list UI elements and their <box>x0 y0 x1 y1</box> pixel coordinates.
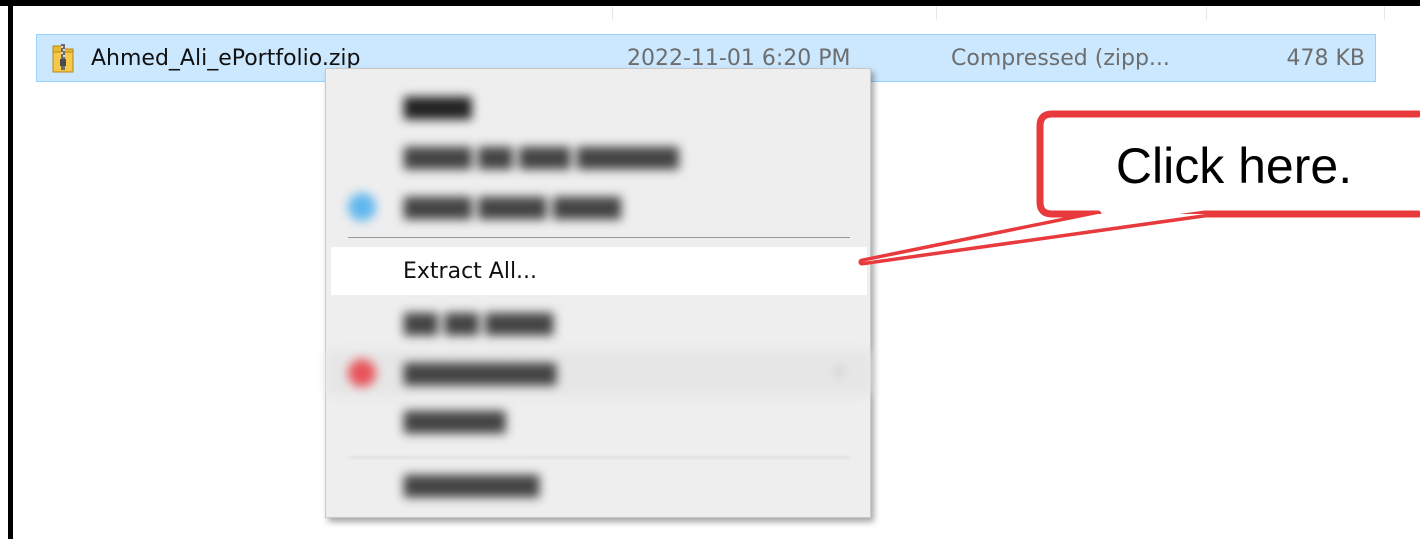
column-divider <box>1384 6 1385 20</box>
extract-all-label: Extract All... <box>403 259 538 284</box>
column-divider <box>612 6 613 20</box>
menu-separator <box>348 457 850 458</box>
context-menu-item-blurred[interactable]: ▇▇▇▇ ▇▇▇▇ ▇▇▇▇ <box>326 185 870 229</box>
screenshot-stage: Ahmed_Ali_ePortfolio.zip 2022-11-01 6:20… <box>0 0 1420 539</box>
file-size: 478 KB <box>1286 46 1365 71</box>
file-name: Ahmed_Ali_ePortfolio.zip <box>91 46 361 71</box>
context-menu: ▇▇▇▇ ▇▇▇▇ ▇▇ ▇▇▇ ▇▇▇▇▇▇ ▇▇▇▇ ▇▇▇▇ ▇▇▇▇ E… <box>325 68 871 518</box>
blurred-label: ▇▇ ▇▇ ▇▇▇▇ <box>404 311 554 336</box>
blurred-label: ▇▇▇▇ ▇▇ ▇▇▇ ▇▇▇▇▇▇ <box>404 145 679 170</box>
app-icon <box>348 359 376 387</box>
blurred-label: ▇▇▇▇▇▇▇▇▇ <box>404 361 557 386</box>
zip-folder-icon <box>51 42 75 74</box>
extract-all-menu-item[interactable]: Extract All... <box>331 247 867 295</box>
chevron-right-icon: › <box>835 359 844 384</box>
callout-pointer <box>862 214 1205 262</box>
context-menu-item-blurred[interactable]: ▇▇▇▇▇▇▇▇ <box>326 463 870 507</box>
context-menu-item-blurred[interactable]: ▇▇▇▇▇▇▇▇▇ › <box>326 351 870 395</box>
blurred-label: ▇▇▇▇▇▇▇▇ <box>404 473 540 498</box>
callout-text: Click here. <box>1115 138 1353 194</box>
context-menu-item-blurred[interactable]: ▇▇▇▇▇▇ <box>326 399 870 443</box>
file-type: Compressed (zipp... <box>951 46 1170 71</box>
column-divider <box>936 6 937 20</box>
app-icon <box>348 193 376 221</box>
menu-separator <box>348 237 850 238</box>
context-menu-item-blurred[interactable]: ▇▇▇▇ ▇▇ ▇▇▇ ▇▇▇▇▇▇ <box>326 135 870 179</box>
context-menu-item-blurred[interactable]: ▇▇ ▇▇ ▇▇▇▇ <box>326 301 870 345</box>
blurred-label: ▇▇▇▇ ▇▇▇▇ ▇▇▇▇ <box>404 195 622 220</box>
blurred-label: ▇▇▇▇▇▇ <box>404 409 506 434</box>
context-menu-item-blurred[interactable]: ▇▇▇▇ <box>326 85 870 129</box>
column-divider <box>1206 6 1207 20</box>
frame-border-top <box>0 0 1420 6</box>
frame-border-left <box>8 0 13 539</box>
blurred-label: ▇▇▇▇ <box>404 95 472 120</box>
